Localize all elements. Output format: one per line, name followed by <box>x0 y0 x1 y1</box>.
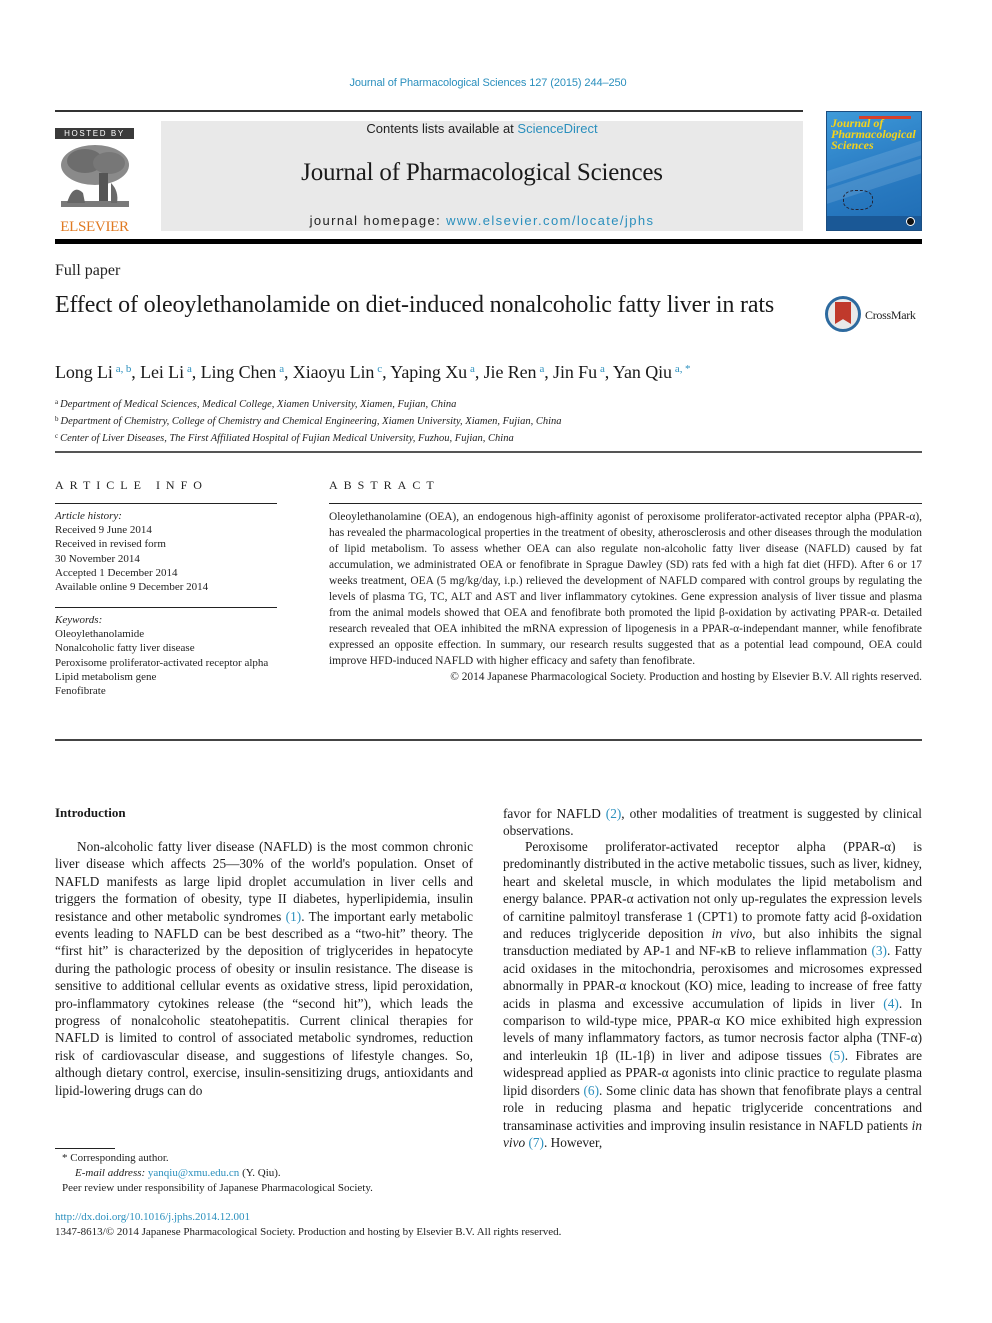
elsevier-logo[interactable]: HOSTED BY ELSEVIER <box>55 128 134 235</box>
doi-link[interactable]: http://dx.doi.org/10.1016/j.jphs.2014.12… <box>55 1211 250 1223</box>
abstract-heading: ABSTRACT <box>329 478 440 492</box>
email-label: E-mail address: <box>75 1167 148 1179</box>
author: Lei Li a, <box>140 362 201 382</box>
citation-link[interactable]: (1) <box>286 909 302 924</box>
cover-figure <box>843 190 873 210</box>
author-affiliation-link[interactable]: a, b <box>116 363 132 375</box>
homepage-prefix: journal homepage: <box>309 213 447 228</box>
keywords-rule <box>55 607 277 608</box>
author: Jin Fu a, <box>553 362 613 382</box>
keyword: Lipid metabolism gene <box>55 670 157 683</box>
crossmark-label: CrossMark <box>865 308 916 322</box>
author: Long Li a, b, <box>55 362 141 382</box>
affiliation: a Department of Medical Sciences, Medical… <box>55 398 457 410</box>
author: Yaping Xu a, <box>390 362 484 382</box>
sciencedirect-link[interactable]: ScienceDirect <box>517 121 597 136</box>
homepage-line: journal homepage: www.elsevier.com/locat… <box>161 213 803 228</box>
author: Yan Qiu a, * <box>612 362 691 382</box>
citation-link[interactable]: (5) <box>829 1048 845 1063</box>
citation-link[interactable]: (3) <box>871 943 887 958</box>
introduction-heading: Introduction <box>55 805 126 820</box>
email-suffix: (Y. Qiu). <box>239 1167 281 1179</box>
author: Ling Chen a, <box>200 362 293 382</box>
introduction-paragraph: favor for NAFLD (2), other modalities of… <box>503 806 923 839</box>
article-info-heading: ARTICLE INFO <box>55 478 208 492</box>
italic-text: in vivo <box>711 926 753 942</box>
elsevier-tree-icon <box>55 143 134 213</box>
crossmark-button[interactable]: CrossMark <box>825 296 925 334</box>
contents-prefix: Contents lists available at <box>366 121 518 136</box>
abstract-rule <box>329 503 922 504</box>
citation-link[interactable]: (2) <box>606 806 622 821</box>
article-info-rule <box>55 503 277 504</box>
history-item: Accepted 1 December 2014 <box>55 566 178 579</box>
article-history: Article history: Received 9 June 2014 Re… <box>55 509 208 594</box>
issn-copyright: 1347-8613/© 2014 Japanese Pharmacologica… <box>55 1226 562 1238</box>
history-item: Received in revised form <box>55 538 166 551</box>
article-title: Effect of oleoylethanolamide on diet-ind… <box>55 292 775 318</box>
keyword: Nonalcoholic fatty liver disease <box>55 642 195 655</box>
journal-cover-thumbnail[interactable]: Journal of Pharmacological Sciences <box>826 111 922 231</box>
peer-review-note: Peer review under responsibility of Japa… <box>62 1182 373 1194</box>
elsevier-wordmark: ELSEVIER <box>60 219 129 235</box>
affiliation-list: a Department of Medical Sciences, Medical… <box>55 395 562 447</box>
author-list: Long Li a, b, Lei Li a, Ling Chen a, Xiaoyu… <box>55 362 690 383</box>
affiliation: b Department of Chemistry, College of Che… <box>55 415 562 428</box>
affiliation: c Center of Liver Diseases, The First Aff… <box>55 432 514 445</box>
footnotes: * Corresponding author. E-mail address: … <box>55 1151 373 1196</box>
keywords-label: Keywords: <box>55 614 103 626</box>
introduction-paragraph: Peroxisome proliferator-activated recept… <box>503 839 923 1150</box>
citation-link[interactable]: (7) <box>528 1135 544 1150</box>
cover-badge-icon <box>906 217 915 226</box>
keyword: Oleoylethanolamide <box>55 628 145 641</box>
journal-citation-link[interactable]: Journal of Pharmacological Sciences 127 … <box>0 77 976 89</box>
email-link[interactable]: yanqiu@xmu.edu.cn <box>148 1167 239 1179</box>
author-affiliation-link[interactable]: a, * <box>675 363 691 375</box>
history-item: Received 9 June 2014 <box>55 524 152 537</box>
section-rule <box>55 451 922 453</box>
corresponding-author-note: * Corresponding author. <box>62 1152 169 1164</box>
author: Xiaoyu Lin c, <box>292 362 391 382</box>
author: Jie Ren a, <box>483 362 554 382</box>
header-thick-rule <box>55 239 922 244</box>
article-type: Full paper <box>55 262 121 279</box>
italic-text: in vivo <box>503 1117 922 1150</box>
history-item: 30 November 2014 <box>55 552 140 565</box>
cover-title: Journal of Pharmacological Sciences <box>831 116 916 152</box>
citation-link[interactable]: (6) <box>584 1083 600 1098</box>
section-rule <box>55 739 922 741</box>
introduction-paragraph: Non-alcoholic fatty liver disease (NAFLD… <box>55 839 473 1098</box>
journal-name: Journal of Pharmacological Sciences <box>301 159 663 186</box>
keyword: Peroxisome proliferator-activated recept… <box>55 656 269 669</box>
history-item: Available online 9 December 2014 <box>55 581 209 594</box>
header-rule <box>55 110 803 112</box>
citation-link[interactable]: (4) <box>883 996 899 1011</box>
contents-line: Contents lists available at ScienceDirec… <box>161 121 803 137</box>
footnote-rule <box>55 1148 115 1149</box>
history-label: Article history: <box>55 510 122 522</box>
keywords: Keywords: Oleoylethanolamide Nonalcoholi… <box>55 613 277 698</box>
abstract-text: Oleoylethanolamine (OEA), an endogenous … <box>329 511 922 667</box>
abstract-body: Oleoylethanolamine (OEA), an endogenous … <box>329 509 922 685</box>
hosted-by-label: HOSTED BY <box>55 128 134 139</box>
homepage-link[interactable]: www.elsevier.com/locate/jphs <box>446 213 654 228</box>
keyword: Fenofibrate <box>55 685 106 698</box>
journal-masthead: Contents lists available at ScienceDirec… <box>161 121 803 231</box>
email-note: E-mail address: yanqiu@xmu.edu.cn (Y. Qi… <box>55 1166 373 1181</box>
abstract-copyright: © 2014 Japanese Pharmacological Society.… <box>450 671 922 683</box>
